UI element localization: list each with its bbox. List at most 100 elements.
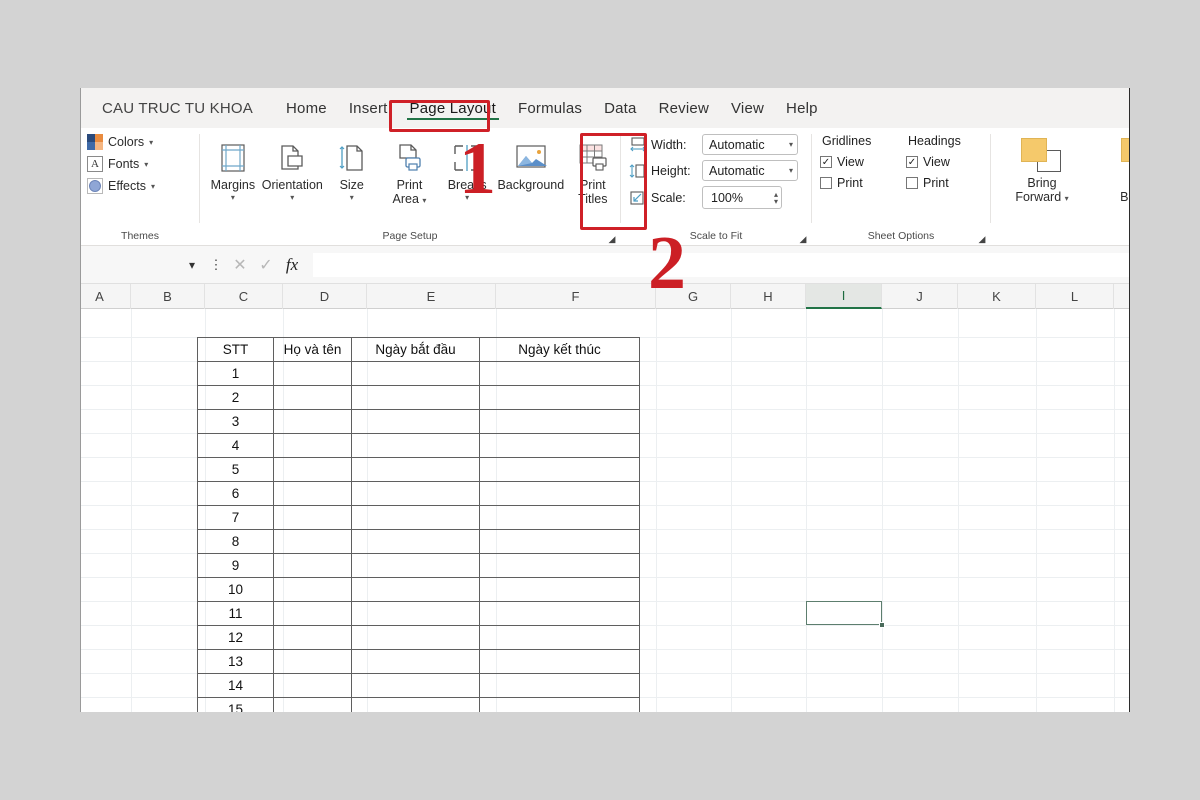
chevron-down-icon[interactable]: ▾ <box>789 140 793 149</box>
chevron-down-icon[interactable]: ▾ <box>789 166 793 175</box>
sheet-options-dialog-launcher-icon[interactable]: ◢ <box>977 234 987 244</box>
column-header-d[interactable]: D <box>283 284 367 309</box>
table-cell[interactable] <box>479 529 640 554</box>
table-cell[interactable]: 15 <box>197 697 274 712</box>
enter-icon[interactable]: ✓ <box>253 255 279 275</box>
column-header-f[interactable]: F <box>496 284 656 309</box>
table-cell[interactable] <box>351 697 480 712</box>
table-cell[interactable] <box>273 457 352 482</box>
table-row[interactable]: 8 <box>197 529 640 554</box>
table-cell[interactable] <box>479 697 640 712</box>
tab-help[interactable]: Help <box>775 96 829 121</box>
chevron-down-icon[interactable]: ▾ <box>151 182 155 191</box>
chevron-down-icon[interactable]: ▾ <box>422 196 426 205</box>
chevron-down-icon[interactable]: ▾ <box>231 193 235 202</box>
theme-colors-button[interactable]: Colors ▾ <box>87 134 153 150</box>
table-cell[interactable] <box>273 697 352 712</box>
table-row[interactable]: 9 <box>197 553 640 578</box>
table-cell[interactable] <box>351 529 480 554</box>
table-cell[interactable]: 9 <box>197 553 274 578</box>
table-row[interactable]: 13 <box>197 649 640 674</box>
table-cell[interactable] <box>273 433 352 458</box>
table-cell[interactable] <box>351 601 480 626</box>
table-cell[interactable] <box>479 505 640 530</box>
table-header-cell[interactable]: Ngày kết thúc <box>479 337 640 362</box>
table-header-cell[interactable]: Họ và tên <box>273 337 352 362</box>
table-cell[interactable]: 12 <box>197 625 274 650</box>
table-cell[interactable] <box>273 577 352 602</box>
chevron-down-icon[interactable]: ▾ <box>149 138 153 147</box>
table-cell[interactable] <box>479 409 640 434</box>
orientation-button[interactable]: Orientation ▾ <box>262 134 323 202</box>
table-cell[interactable] <box>351 577 480 602</box>
table-cell[interactable] <box>273 529 352 554</box>
column-header-e[interactable]: E <box>367 284 496 309</box>
table-cell[interactable] <box>479 625 640 650</box>
table-row[interactable]: 11 <box>197 601 640 626</box>
table-cell[interactable]: 13 <box>197 649 274 674</box>
scale-height-select[interactable]: Automatic ▾ <box>702 160 798 181</box>
table-cell[interactable]: 4 <box>197 433 274 458</box>
table-row[interactable]: 2 <box>197 385 640 410</box>
scale-width-select[interactable]: Automatic ▾ <box>702 134 798 155</box>
table-cell[interactable] <box>351 505 480 530</box>
chevron-down-icon[interactable]: ▾ <box>290 193 294 202</box>
table-row[interactable]: 3 <box>197 409 640 434</box>
cancel-icon[interactable]: ✕ <box>227 255 253 275</box>
table-cell[interactable] <box>351 409 480 434</box>
margins-button[interactable]: Margins ▾ <box>204 134 262 202</box>
table-row[interactable]: 12 <box>197 625 640 650</box>
table-cell[interactable] <box>351 625 480 650</box>
table-cell[interactable] <box>351 553 480 578</box>
grid-body[interactable]: STT Họ và tên Ngày bắt đầu Ngày kết thúc 1 2 3… <box>81 309 1129 712</box>
chevron-down-icon[interactable]: ▾ <box>144 160 148 169</box>
column-header-j[interactable]: J <box>882 284 958 309</box>
chevron-down-icon[interactable]: ▾ <box>1065 194 1069 203</box>
table-cell[interactable] <box>479 481 640 506</box>
table-row[interactable]: 6 <box>197 481 640 506</box>
gridlines-view-checkbox[interactable]: ✓ View <box>820 155 902 169</box>
table-cell[interactable]: 3 <box>197 409 274 434</box>
table-cell[interactable] <box>351 457 480 482</box>
table-cell[interactable] <box>351 673 480 698</box>
table-cell[interactable] <box>479 457 640 482</box>
formula-input[interactable] <box>313 252 1129 277</box>
column-header-l[interactable]: L <box>1036 284 1114 309</box>
table-row[interactable]: 1 <box>197 361 640 386</box>
gridlines-print-checkbox[interactable]: Print <box>820 176 902 190</box>
column-header-i[interactable]: I <box>806 284 882 309</box>
bring-forward-button[interactable]: Bring Forward ▾ <box>1003 136 1081 206</box>
table-cell[interactable] <box>273 505 352 530</box>
table-row[interactable]: 7 <box>197 505 640 530</box>
table-cell[interactable] <box>479 553 640 578</box>
stepper-arrows-icon[interactable]: ▴ ▾ <box>774 190 778 205</box>
table-cell[interactable] <box>479 673 640 698</box>
theme-effects-button[interactable]: Effects ▾ <box>87 178 155 194</box>
column-header-b[interactable]: B <box>131 284 205 309</box>
scale-to-fit-dialog-launcher-icon[interactable]: ◢ <box>798 234 808 244</box>
table-cell[interactable] <box>273 481 352 506</box>
selected-cell[interactable] <box>806 601 885 628</box>
page-setup-dialog-launcher-icon[interactable]: ◢ <box>607 234 617 244</box>
table-cell[interactable] <box>351 649 480 674</box>
column-header-k[interactable]: K <box>958 284 1036 309</box>
name-box[interactable]: ▾ <box>117 253 205 277</box>
table-row[interactable]: 14 <box>197 673 640 698</box>
table-cell[interactable] <box>479 433 640 458</box>
tab-data[interactable]: Data <box>593 96 648 121</box>
table-cell[interactable] <box>273 361 352 386</box>
column-header-c[interactable]: C <box>205 284 283 309</box>
table-cell[interactable] <box>479 361 640 386</box>
tab-home[interactable]: Home <box>275 96 338 121</box>
table-header-cell[interactable]: Ngày bắt đầu <box>351 337 480 362</box>
chevron-down-icon[interactable]: ▾ <box>350 193 354 202</box>
table-row[interactable]: 5 <box>197 457 640 482</box>
insert-function-icon[interactable]: fx <box>279 255 305 275</box>
table-cell[interactable] <box>479 385 640 410</box>
table-cell[interactable] <box>351 433 480 458</box>
table-row[interactable]: 4 <box>197 433 640 458</box>
theme-fonts-button[interactable]: A Fonts ▾ <box>87 156 148 172</box>
table-cell[interactable] <box>351 481 480 506</box>
table-cell[interactable] <box>273 601 352 626</box>
tab-view[interactable]: View <box>720 96 775 121</box>
